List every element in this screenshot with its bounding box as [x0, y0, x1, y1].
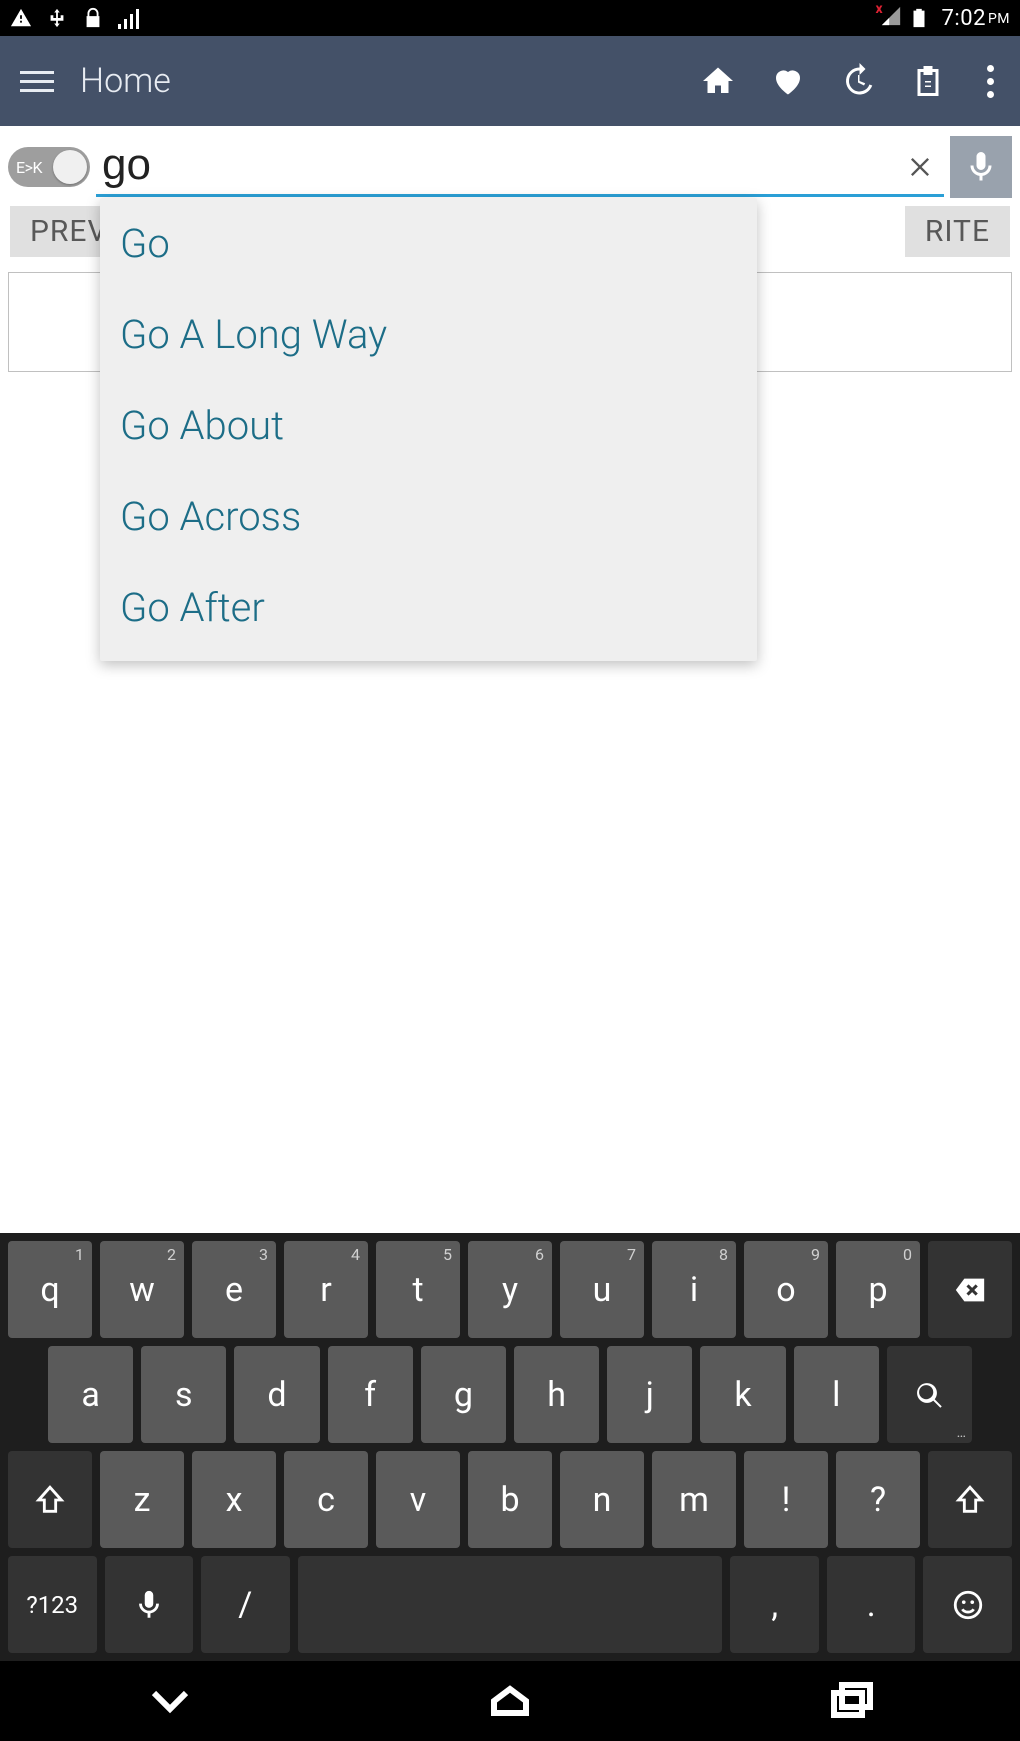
- status-bar: x 7:02PM: [0, 0, 1020, 36]
- key-search[interactable]: …: [887, 1346, 972, 1443]
- key-symbols[interactable]: ?123: [8, 1556, 97, 1653]
- key-p[interactable]: p0: [836, 1241, 920, 1338]
- tab-favorite[interactable]: RITE: [905, 206, 1010, 257]
- key-shift-right[interactable]: [928, 1451, 1012, 1548]
- kb-row-1: q1 w2 e3 r4 t5 y6 u7 i8 o9 p0: [4, 1241, 1016, 1338]
- key-g[interactable]: g: [421, 1346, 506, 1443]
- heart-icon[interactable]: [770, 63, 806, 99]
- menu-icon[interactable]: [20, 71, 54, 92]
- clock-time: 7:02: [942, 6, 986, 31]
- kb-row-3: z x c v b n m ! ?: [4, 1451, 1016, 1548]
- key-q[interactable]: q1: [8, 1241, 92, 1338]
- nav-home-icon[interactable]: [486, 1677, 534, 1725]
- suggestion-item[interactable]: Go A Long Way: [100, 289, 757, 380]
- suggestion-item[interactable]: Go: [100, 198, 757, 289]
- key-emoji[interactable]: [923, 1556, 1012, 1653]
- key-l[interactable]: l: [794, 1346, 879, 1443]
- clock: 7:02PM: [942, 6, 1010, 31]
- key-f[interactable]: f: [328, 1346, 413, 1443]
- key-o[interactable]: o9: [744, 1241, 828, 1338]
- clock-ampm: PM: [988, 11, 1010, 27]
- status-left: [10, 7, 139, 29]
- key-u[interactable]: u7: [560, 1241, 644, 1338]
- key-voice[interactable]: [105, 1556, 194, 1653]
- no-signal-x-icon: x: [876, 1, 883, 17]
- language-toggle[interactable]: E>K: [8, 147, 90, 187]
- signal-icon: x: [880, 5, 902, 32]
- suggestion-item[interactable]: Go About: [100, 380, 757, 471]
- kb-row-2: a s d f g h j k l …: [4, 1346, 1016, 1443]
- key-exclaim[interactable]: !: [744, 1451, 828, 1548]
- overflow-menu-icon[interactable]: [980, 65, 1000, 98]
- home-icon[interactable]: [700, 63, 736, 99]
- key-s[interactable]: s: [141, 1346, 226, 1443]
- clear-icon[interactable]: [906, 153, 934, 181]
- warning-icon: [10, 7, 32, 29]
- suggestion-item[interactable]: Go Across: [100, 471, 757, 562]
- suggestions-dropdown: Go Go A Long Way Go About Go Across Go A…: [100, 198, 757, 661]
- key-r[interactable]: r4: [284, 1241, 368, 1338]
- appbar-actions: [700, 63, 1000, 99]
- key-v[interactable]: v: [376, 1451, 460, 1548]
- key-space[interactable]: [298, 1556, 723, 1653]
- nav-recent-icon[interactable]: [826, 1677, 874, 1725]
- battery-icon: [908, 7, 930, 29]
- mic-button[interactable]: [950, 136, 1012, 198]
- key-shift-left[interactable]: [8, 1451, 92, 1548]
- key-w[interactable]: w2: [100, 1241, 184, 1338]
- key-y[interactable]: y6: [468, 1241, 552, 1338]
- clipboard-icon[interactable]: [910, 63, 946, 99]
- key-backspace[interactable]: [928, 1241, 1012, 1338]
- ellipsis-icon: …: [957, 1425, 966, 1441]
- search-input-wrap: [96, 138, 944, 197]
- search-area: E>K: [0, 126, 1020, 206]
- key-e[interactable]: e3: [192, 1241, 276, 1338]
- key-h[interactable]: h: [514, 1346, 599, 1443]
- key-d[interactable]: d: [234, 1346, 319, 1443]
- nav-back-icon[interactable]: [146, 1677, 194, 1725]
- key-a[interactable]: a: [48, 1346, 133, 1443]
- key-question[interactable]: ?: [836, 1451, 920, 1548]
- key-k[interactable]: k: [700, 1346, 785, 1443]
- key-n[interactable]: n: [560, 1451, 644, 1548]
- toggle-label: E>K: [16, 158, 42, 177]
- kb-row-4: ?123 / , .: [4, 1556, 1016, 1653]
- keyboard: q1 w2 e3 r4 t5 y6 u7 i8 o9 p0 a s d f g …: [0, 1233, 1020, 1661]
- key-slash[interactable]: /: [201, 1556, 290, 1653]
- key-j[interactable]: j: [607, 1346, 692, 1443]
- key-m[interactable]: m: [652, 1451, 736, 1548]
- key-z[interactable]: z: [100, 1451, 184, 1548]
- toggle-knob: [53, 150, 87, 184]
- key-b[interactable]: b: [468, 1451, 552, 1548]
- bars-icon: [118, 7, 139, 29]
- page-title: Home: [80, 61, 700, 101]
- usb-icon: [46, 7, 68, 29]
- lock-icon: [82, 7, 104, 29]
- suggestion-item[interactable]: Go After: [100, 562, 757, 653]
- key-x[interactable]: x: [192, 1451, 276, 1548]
- nav-bar: [0, 1661, 1020, 1741]
- status-right: x 7:02PM: [880, 5, 1010, 32]
- key-period[interactable]: .: [827, 1556, 916, 1653]
- key-i[interactable]: i8: [652, 1241, 736, 1338]
- history-icon[interactable]: [840, 63, 876, 99]
- search-input[interactable]: [96, 138, 944, 197]
- key-t[interactable]: t5: [376, 1241, 460, 1338]
- key-comma[interactable]: ,: [730, 1556, 819, 1653]
- app-bar: Home: [0, 36, 1020, 126]
- key-c[interactable]: c: [284, 1451, 368, 1548]
